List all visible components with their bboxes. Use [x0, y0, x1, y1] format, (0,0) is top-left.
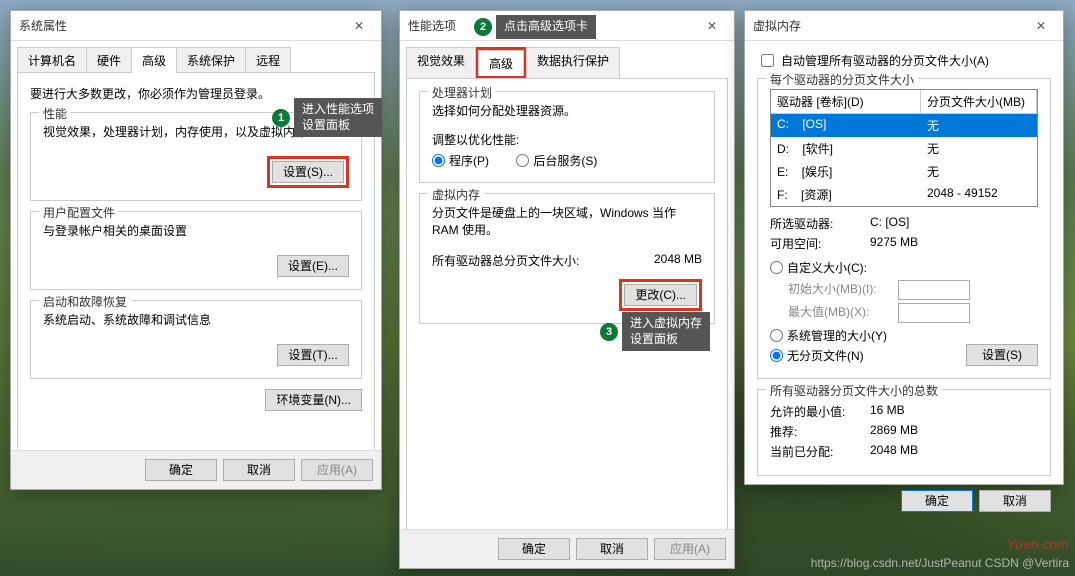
- annotation-badge: 3: [600, 323, 618, 341]
- initial-size-input: [898, 280, 970, 300]
- watermark: Yuen.com: [1006, 536, 1069, 552]
- tabs: 视觉效果 高级 数据执行保护: [400, 41, 734, 79]
- available-label: 可用空间:: [770, 235, 870, 252]
- boot-desc: 系统启动、系统故障和调试信息: [43, 311, 349, 328]
- available-value: 9275 MB: [870, 235, 918, 252]
- close-icon[interactable]: ✕: [1027, 16, 1055, 36]
- radio-system-managed[interactable]: 系统管理的大小(Y): [770, 327, 1014, 344]
- table-row[interactable]: C: [OS]无: [771, 114, 1037, 137]
- group-title: 用户配置文件: [39, 204, 119, 221]
- footer-buttons: 确定 取消 应用(A): [400, 529, 734, 568]
- annotation-badge: 2: [474, 18, 492, 36]
- tab-advanced[interactable]: 高级: [131, 47, 177, 73]
- dialog-title: 虚拟内存: [753, 17, 1027, 34]
- cur-value: 2048 MB: [870, 443, 918, 460]
- group-title: 启动和故障恢复: [39, 293, 131, 310]
- ok-button[interactable]: 确定: [901, 490, 973, 512]
- annotation-3: 3 进入虚拟内存 设置面板: [600, 312, 710, 351]
- cur-label: 当前已分配:: [770, 443, 870, 460]
- group-title: 性能: [39, 105, 71, 122]
- drive-table[interactable]: 驱动器 [卷标](D) 分页文件大小(MB) C: [OS]无D: [软件]无E…: [770, 89, 1038, 207]
- sched-opt-label: 调整以优化性能:: [432, 131, 702, 148]
- group-title: 每个驱动器的分页文件大小: [766, 71, 918, 88]
- cancel-button[interactable]: 取消: [576, 538, 648, 560]
- radio-no-pagefile[interactable]: 无分页文件(N): [770, 347, 942, 364]
- col-drive: 驱动器 [卷标](D): [771, 90, 921, 113]
- group-title: 处理器计划: [428, 84, 496, 101]
- selected-drive-value: C: [OS]: [870, 215, 909, 232]
- table-header: 驱动器 [卷标](D) 分页文件大小(MB): [771, 90, 1037, 114]
- user-settings-button[interactable]: 设置(E)...: [277, 255, 349, 277]
- annotation-label: 点击高级选项卡: [496, 15, 596, 39]
- annotation-label: 进入性能选项 设置面板: [294, 98, 382, 137]
- apply-button[interactable]: 应用(A): [654, 538, 726, 560]
- group-title: 所有驱动器分页文件大小的总数: [766, 382, 942, 399]
- boot-settings-button[interactable]: 设置(T)...: [277, 344, 349, 366]
- performance-options-dialog: 性能选项 ✕ 视觉效果 高级 数据执行保护 处理器计划 选择如何分配处理器资源。…: [399, 10, 735, 569]
- min-label: 允许的最小值:: [770, 403, 870, 420]
- sched-desc: 选择如何分配处理器资源。: [432, 102, 702, 119]
- col-pagefile: 分页文件大小(MB): [921, 90, 1037, 113]
- cancel-button[interactable]: 取消: [979, 490, 1051, 512]
- tab-advanced[interactable]: 高级: [478, 50, 524, 76]
- tabs: 计算机名 硬件 高级 系统保护 远程: [11, 41, 381, 73]
- cancel-button[interactable]: 取消: [223, 459, 295, 481]
- virtual-memory-dialog: 虚拟内存 ✕ 自动管理所有驱动器的分页文件大小(A) 每个驱动器的分页文件大小 …: [744, 10, 1064, 485]
- annotation-1: 1 进入性能选项 设置面板: [272, 98, 382, 137]
- rec-value: 2869 MB: [870, 423, 918, 440]
- radio-background[interactable]: 后台服务(S): [516, 152, 597, 169]
- dialog-title: 系统属性: [19, 17, 345, 34]
- footer-buttons: 确定 取消 应用(A): [11, 450, 381, 489]
- max-size-input: [898, 303, 970, 323]
- min-value: 16 MB: [870, 403, 905, 420]
- auto-manage-checkbox[interactable]: 自动管理所有驱动器的分页文件大小(A): [757, 51, 989, 70]
- annotation-badge: 1: [272, 109, 290, 127]
- env-variables-button[interactable]: 环境变量(N)...: [265, 389, 362, 411]
- startup-recovery-group: 启动和故障恢复 系统启动、系统故障和调试信息 设置(T)...: [30, 300, 362, 379]
- virtual-memory-group: 虚拟内存 分页文件是硬盘上的一块区域，Windows 当作 RAM 使用。 所有…: [419, 193, 715, 324]
- processor-scheduling-group: 处理器计划 选择如何分配处理器资源。 调整以优化性能: 程序(P) 后台服务(S…: [419, 91, 715, 183]
- ok-button[interactable]: 确定: [145, 459, 217, 481]
- totals-group: 所有驱动器分页文件大小的总数 允许的最小值:16 MB 推荐:2869 MB 当…: [757, 389, 1051, 476]
- perf-settings-button[interactable]: 设置(S)...: [272, 161, 344, 183]
- titlebar: 虚拟内存 ✕: [745, 11, 1063, 41]
- ok-button[interactable]: 确定: [498, 538, 570, 560]
- vm-total-label: 所有驱动器总分页文件大小:: [432, 252, 654, 269]
- radio-custom-size[interactable]: 自定义大小(C):: [770, 259, 867, 276]
- close-icon[interactable]: ✕: [345, 16, 373, 36]
- max-size-label: 最大值(MB)(X):: [788, 303, 898, 323]
- table-row[interactable]: E: [娱乐]无: [771, 160, 1037, 183]
- close-icon[interactable]: ✕: [698, 16, 726, 36]
- table-row[interactable]: F: [资源]2048 - 49152: [771, 183, 1037, 206]
- user-profiles-group: 用户配置文件 与登录帐户相关的桌面设置 设置(E)...: [30, 211, 362, 290]
- tab-hardware[interactable]: 硬件: [86, 47, 132, 73]
- vm-desc: 分页文件是硬盘上的一块区域，Windows 当作 RAM 使用。: [432, 204, 702, 238]
- watermark-url: https://blog.csdn.net/JustPeanut CSDN @V…: [811, 556, 1069, 570]
- system-properties-dialog: 系统属性 ✕ 计算机名 硬件 高级 系统保护 远程 要进行大多数更改，你必须作为…: [10, 10, 382, 490]
- apply-button[interactable]: 应用(A): [301, 459, 373, 481]
- annotation-label: 进入虚拟内存 设置面板: [622, 312, 710, 351]
- titlebar: 系统属性 ✕: [11, 11, 381, 41]
- footer-buttons: 确定 取消: [757, 486, 1051, 512]
- tab-dep[interactable]: 数据执行保护: [526, 47, 620, 79]
- group-title: 虚拟内存: [428, 186, 484, 203]
- vm-total-value: 2048 MB: [654, 252, 702, 269]
- user-desc: 与登录帐户相关的桌面设置: [43, 222, 349, 239]
- tab-system-protection[interactable]: 系统保护: [176, 47, 246, 73]
- annotation-2: 2 点击高级选项卡: [474, 15, 596, 39]
- tab-visual-effects[interactable]: 视觉效果: [406, 47, 476, 79]
- tab-computer-name[interactable]: 计算机名: [17, 47, 87, 73]
- tab-remote[interactable]: 远程: [245, 47, 291, 73]
- rec-label: 推荐:: [770, 423, 870, 440]
- selected-drive-label: 所选驱动器:: [770, 215, 870, 232]
- per-drive-group: 每个驱动器的分页文件大小 驱动器 [卷标](D) 分页文件大小(MB) C: […: [757, 78, 1051, 379]
- radio-programs[interactable]: 程序(P): [432, 152, 489, 169]
- initial-size-label: 初始大小(MB)(I):: [788, 280, 898, 300]
- vm-change-button[interactable]: 更改(C)...: [624, 284, 697, 306]
- dialog-body: 自动管理所有驱动器的分页文件大小(A) 每个驱动器的分页文件大小 驱动器 [卷标…: [745, 41, 1063, 522]
- table-row[interactable]: D: [软件]无: [771, 137, 1037, 160]
- set-button[interactable]: 设置(S): [966, 344, 1038, 366]
